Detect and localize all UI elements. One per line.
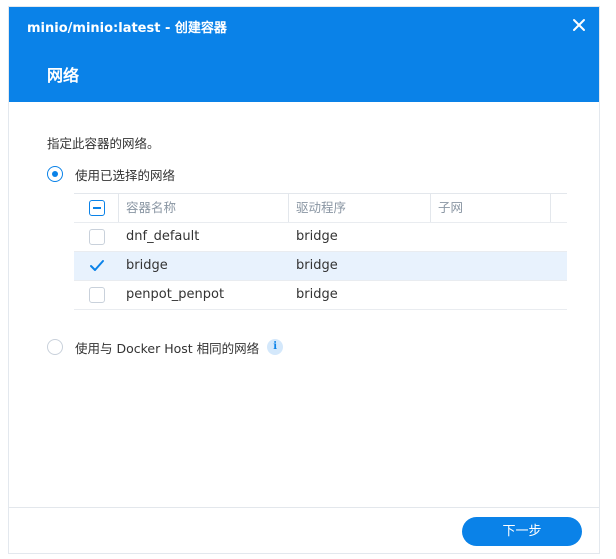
window-title: minio/minio:latest - 创建容器 [27,21,227,36]
row-checkbox[interactable] [89,229,105,245]
column-divider [550,194,551,222]
column-header-name[interactable]: 容器名称 [118,194,288,222]
dialog-header: minio/minio:latest - 创建容器 网络 [9,7,599,102]
section-title: 网络 [47,66,80,85]
select-all-checkbox[interactable] [89,200,105,216]
radio-use-host-network[interactable]: 使用与 Docker Host 相同的网络 i [47,337,284,357]
column-header-subnet[interactable]: 子网 [430,194,550,222]
radio-button[interactable] [47,339,63,355]
table-row[interactable]: dnf_default bridge [74,223,567,252]
close-icon [573,19,585,31]
radio-button-checked[interactable] [47,166,63,182]
row-name: dnf_default [126,229,200,244]
row-checkbox[interactable] [89,287,105,303]
info-icon[interactable]: i [267,339,284,355]
row-driver: bridge [296,229,338,244]
network-table: 容器名称 驱动程序 子网 dnf_default bridge bridge b… [74,193,567,310]
row-checkbox-checked[interactable] [89,258,105,274]
footer-divider [9,507,599,508]
row-name: bridge [126,258,168,273]
next-button[interactable]: 下一步 [462,517,582,546]
column-header-driver[interactable]: 驱动程序 [288,194,430,222]
row-driver: bridge [296,287,338,302]
table-header-row: 容器名称 驱动程序 子网 [74,194,567,223]
row-name: penpot_penpot [126,287,225,302]
table-row[interactable]: bridge bridge [74,252,567,281]
radio-use-selected-network[interactable]: 使用已选择的网络 [47,164,175,184]
radio-label-selected-network: 使用已选择的网络 [75,167,176,183]
radio-label-host-network: 使用与 Docker Host 相同的网络 [75,340,260,356]
table-row[interactable]: penpot_penpot bridge [74,281,567,310]
close-button[interactable] [569,15,589,35]
row-driver: bridge [296,258,338,273]
description-text: 指定此容器的网络。 [47,136,160,151]
checkmark-icon [90,260,104,271]
create-container-dialog: minio/minio:latest - 创建容器 网络 指定此容器的网络。 使… [8,6,600,554]
